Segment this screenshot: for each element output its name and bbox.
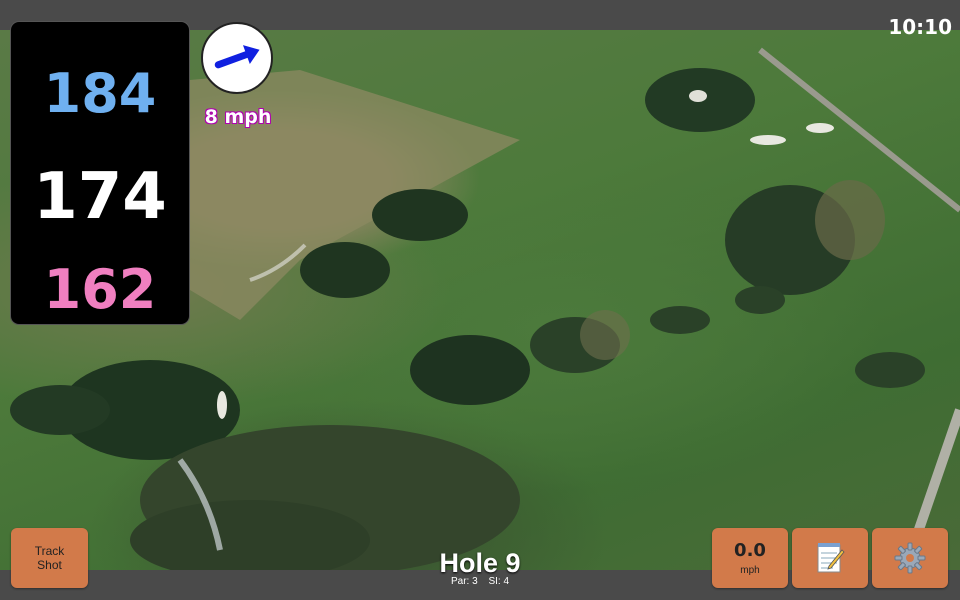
track-shot-label-line2: Shot xyxy=(37,558,62,572)
hole-par: Par: 3 xyxy=(450,576,478,587)
speed-unit: mph xyxy=(740,565,760,576)
yardage-panel: 184 174 162 xyxy=(11,22,189,324)
speed-button[interactable]: 0.0 mph xyxy=(712,528,788,588)
middle-yardage: 174 xyxy=(33,160,167,234)
status-clock: 10:10 xyxy=(888,15,952,39)
scorecard-button[interactable] xyxy=(792,528,868,588)
hole-stroke-index: SI: 4 xyxy=(488,576,510,587)
notepad-icon xyxy=(817,543,845,573)
back-yardage: 184 xyxy=(43,62,157,125)
gear-icon xyxy=(894,542,926,574)
hole-info: Par: 3 SI: 4 xyxy=(380,576,580,587)
hole-title: Hole 9 xyxy=(439,548,521,578)
wind-speed: 8 mph xyxy=(204,106,272,128)
front-yardage: 162 xyxy=(43,258,157,321)
speed-value: 0.0 xyxy=(734,540,766,561)
wind-arrow-icon xyxy=(214,45,260,69)
track-shot-label-line1: Track xyxy=(34,544,65,558)
track-shot-button[interactable]: Track Shot xyxy=(11,528,88,588)
wind-indicator xyxy=(201,22,273,94)
settings-button[interactable] xyxy=(872,528,948,588)
